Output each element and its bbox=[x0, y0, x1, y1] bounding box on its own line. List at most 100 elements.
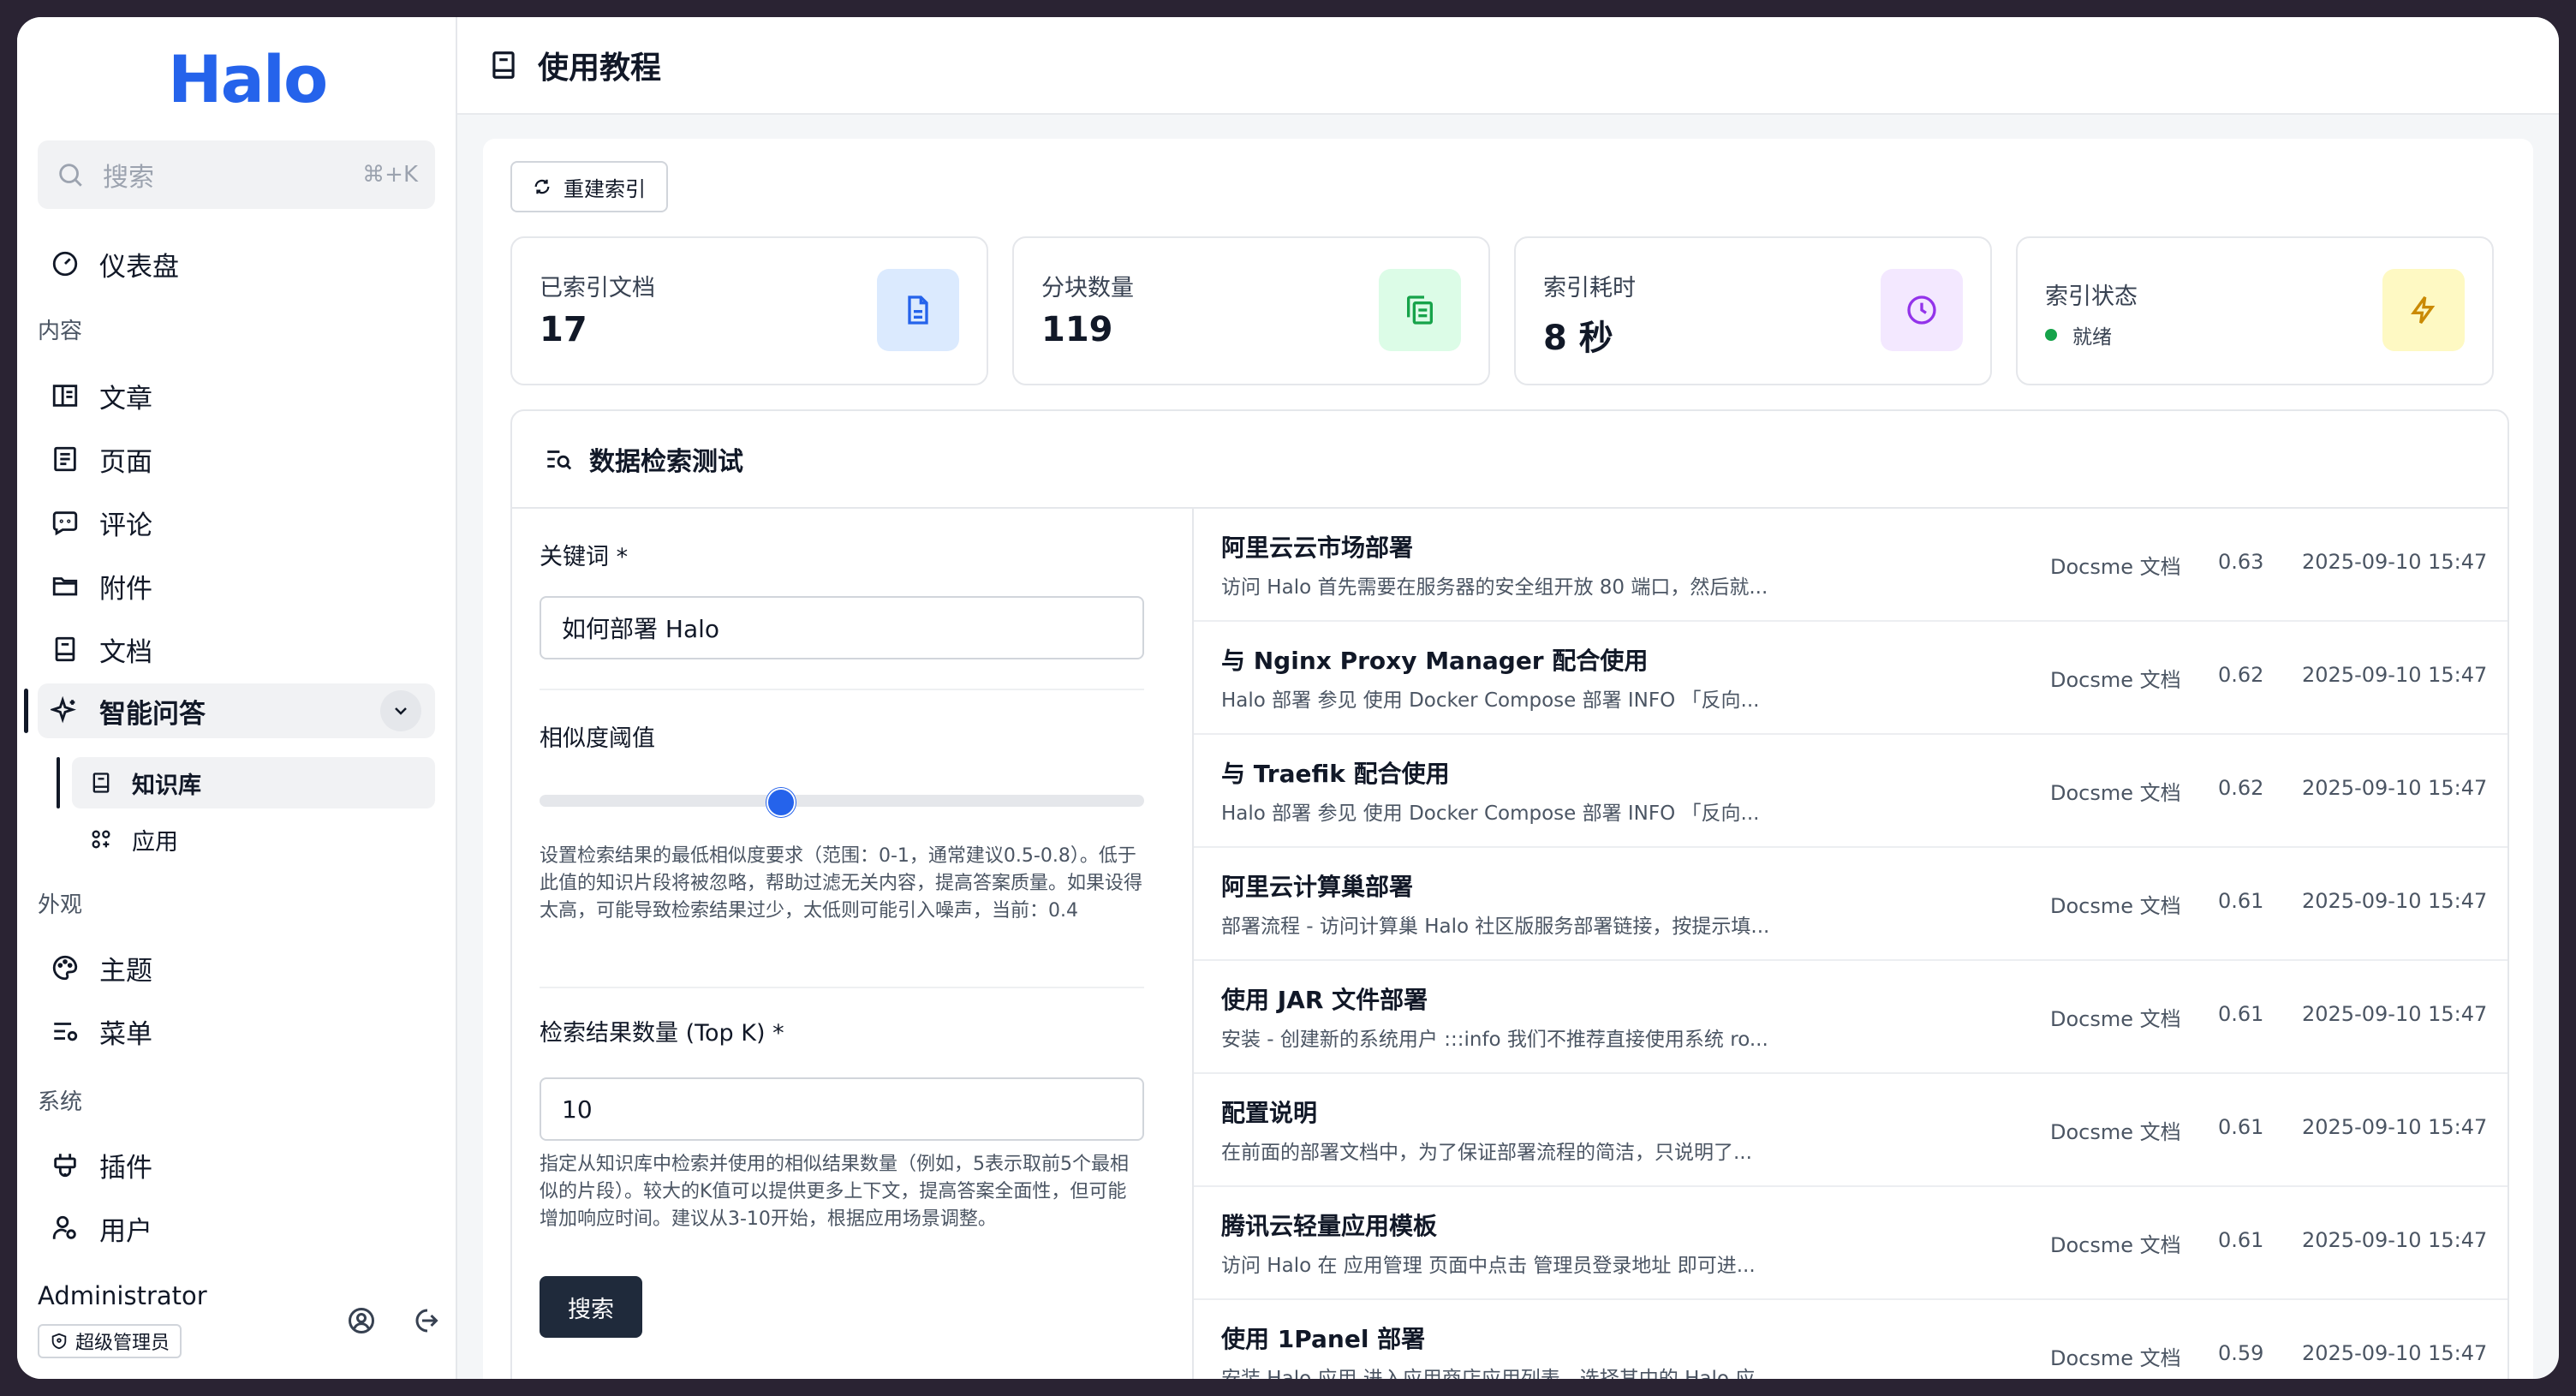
sidebar-item-ai-qa[interactable]: 智能问答 bbox=[38, 683, 435, 738]
result-title: 阿里云计算巢部署 bbox=[1221, 873, 1414, 901]
sidebar-item-comments[interactable]: 评论 bbox=[38, 495, 435, 550]
result-source: Docsme 文档 bbox=[2050, 555, 2181, 579]
threshold-label: 相似度阈值 bbox=[540, 725, 655, 752]
panel-title: 数据检索测试 bbox=[589, 447, 743, 477]
search-form: 关键词 * 如何部署 Halo 相似度阈值 设置检索结果的最低相似度要求（范围：… bbox=[512, 509, 1194, 1379]
logout-button[interactable] bbox=[406, 1302, 444, 1339]
search-input[interactable]: 搜索 ⌘+K bbox=[38, 140, 435, 209]
result-source: Docsme 文档 bbox=[2050, 668, 2181, 692]
stat-label: 已索引文档 bbox=[540, 275, 655, 301]
sidebar: Halo 搜索 ⌘+K 仪表盘 内容 文章 页面 评论 附件 文档 智能问答 知… bbox=[17, 17, 457, 1379]
page-header: 使用教程 bbox=[457, 17, 2559, 115]
result-title: 使用 JAR 文件部署 bbox=[1221, 986, 1428, 1014]
result-date: 2025-09-10 15:47 bbox=[2302, 889, 2488, 913]
sidebar-item-posts[interactable]: 文章 bbox=[38, 368, 435, 423]
result-row[interactable]: 与 Nginx Proxy Manager 配合使用 Halo 部署 参见 使用… bbox=[1194, 622, 2507, 735]
section-content: 内容 bbox=[38, 319, 83, 344]
result-score: 0.63 bbox=[2218, 550, 2264, 574]
result-date: 2025-09-10 15:47 bbox=[2302, 1002, 2488, 1026]
stat-card-chunks: 分块数量 119 bbox=[1012, 236, 1490, 385]
role-badge: 超级管理员 bbox=[38, 1324, 182, 1358]
stat-card-indexed-docs: 已索引文档 17 bbox=[510, 236, 988, 385]
sidebar-item-label: 插件 bbox=[99, 1152, 152, 1184]
status-text: 就绪 bbox=[2072, 326, 2112, 349]
result-title: 与 Traefik 配合使用 bbox=[1221, 760, 1450, 788]
sidebar-item-apps[interactable]: 应用 bbox=[72, 814, 435, 865]
user-settings-icon bbox=[46, 1209, 84, 1247]
section-system: 系统 bbox=[38, 1089, 83, 1115]
result-snippet: 安装 - 创建新的系统用户 :::info 我们不推荐直接使用系统 ro... bbox=[1221, 1029, 1768, 1051]
sidebar-item-attachments[interactable]: 附件 bbox=[38, 558, 435, 613]
profile-button[interactable] bbox=[343, 1302, 380, 1339]
role-label: 超级管理员 bbox=[75, 1333, 170, 1354]
keyword-value: 如何部署 Halo bbox=[562, 615, 720, 643]
result-row[interactable]: 使用 JAR 文件部署 安装 - 创建新的系统用户 :::info 我们不推荐直… bbox=[1194, 961, 2507, 1074]
result-title: 阿里云云市场部署 bbox=[1221, 534, 1414, 562]
section-appearance: 外观 bbox=[38, 892, 83, 918]
keyword-input[interactable]: 如何部署 Halo bbox=[540, 596, 1144, 659]
divider bbox=[540, 689, 1144, 690]
bolt-icon bbox=[2382, 269, 2465, 351]
result-snippet: Halo 部署 参见 使用 Docker Compose 部署 INFO 「反向… bbox=[1221, 689, 1760, 712]
result-row[interactable]: 腾讯云轻量应用模板 访问 Halo 在 应用管理 页面中点击 管理员登录地址 即… bbox=[1194, 1187, 2507, 1300]
search-button[interactable]: 搜索 bbox=[540, 1276, 642, 1338]
rebuild-index-label: 重建索引 bbox=[564, 176, 646, 201]
refresh-icon bbox=[533, 177, 552, 196]
sidebar-item-plugins[interactable]: 插件 bbox=[38, 1137, 435, 1192]
result-title: 使用 1Panel 部署 bbox=[1221, 1325, 1426, 1353]
result-row[interactable]: 阿里云云市场部署 访问 Halo 首先需要在服务器的安全组开放 80 端口，然后… bbox=[1194, 509, 2507, 622]
sidebar-item-label: 附件 bbox=[99, 573, 152, 605]
threshold-slider[interactable] bbox=[540, 795, 1144, 807]
sidebar-item-docs[interactable]: 文档 bbox=[38, 622, 435, 677]
result-score: 0.62 bbox=[2218, 663, 2264, 687]
stat-card-duration: 索引耗时 8 秒 bbox=[1514, 236, 1992, 385]
result-row[interactable]: 使用 1Panel 部署 安装 Halo 应用 进入应用商店应用列表，选择其中的… bbox=[1194, 1300, 2507, 1379]
result-score: 0.59 bbox=[2218, 1341, 2264, 1365]
page-icon bbox=[46, 440, 84, 478]
retrieval-test-panel: 数据检索测试 关键词 * 如何部署 Halo 相似度阈值 设置检索结果的最低相似… bbox=[510, 409, 2509, 1379]
result-row[interactable]: 与 Traefik 配合使用 Halo 部署 参见 使用 Docker Comp… bbox=[1194, 735, 2507, 848]
status-indicator: 就绪 bbox=[2045, 320, 2112, 349]
user-name: Administrator bbox=[38, 1281, 207, 1310]
result-date: 2025-09-10 15:47 bbox=[2302, 1115, 2488, 1139]
book-icon bbox=[86, 767, 116, 798]
result-row[interactable]: 配置说明 在前面的部署文档中，为了保证部署流程的简洁，只说明了... Docsm… bbox=[1194, 1074, 2507, 1187]
sidebar-item-dashboard[interactable]: 仪表盘 bbox=[38, 236, 435, 291]
result-date: 2025-09-10 15:47 bbox=[2302, 1341, 2488, 1365]
sidebar-item-menus[interactable]: 菜单 bbox=[38, 1004, 435, 1059]
topk-input[interactable]: 10 bbox=[540, 1077, 1144, 1141]
comment-icon bbox=[46, 504, 84, 541]
result-source: Docsme 文档 bbox=[2050, 781, 2181, 805]
sidebar-item-label: 用户 bbox=[99, 1215, 152, 1247]
stat-value: 8 秒 bbox=[1543, 319, 1613, 358]
sidebar-item-pages[interactable]: 页面 bbox=[38, 432, 435, 486]
sidebar-item-label: 应用 bbox=[132, 828, 178, 856]
clock-icon bbox=[1881, 269, 1963, 351]
stat-value: 119 bbox=[1041, 310, 1113, 349]
stat-value: 17 bbox=[540, 310, 587, 349]
list-search-icon bbox=[541, 442, 575, 476]
result-score: 0.61 bbox=[2218, 1002, 2264, 1026]
result-row[interactable]: 阿里云计算巢部署 部署流程 - 访问计算巢 Halo 社区版服务部署链接，按提示… bbox=[1194, 848, 2507, 961]
book-open-icon bbox=[46, 377, 84, 415]
result-snippet: 在前面的部署文档中，为了保证部署流程的简洁，只说明了... bbox=[1221, 1142, 1752, 1164]
rebuild-index-button[interactable]: 重建索引 bbox=[510, 161, 668, 212]
apps-icon bbox=[86, 824, 116, 855]
topk-help: 指定从知识库中检索并使用的相似结果数量（例如，5表示取前5个最相似的片段）。较大… bbox=[540, 1154, 1129, 1230]
sidebar-item-label: 仪表盘 bbox=[99, 251, 179, 283]
sidebar-item-knowledge-base[interactable]: 知识库 bbox=[72, 757, 435, 808]
result-date: 2025-09-10 15:47 bbox=[2302, 550, 2488, 574]
dashboard-icon bbox=[46, 245, 84, 283]
result-title: 与 Nginx Proxy Manager 配合使用 bbox=[1221, 647, 1649, 675]
user-circle-icon bbox=[349, 1308, 374, 1333]
topk-label: 检索结果数量 (Top K) * bbox=[540, 1020, 784, 1047]
logout-icon bbox=[415, 1309, 438, 1333]
threshold-slider-handle[interactable] bbox=[766, 788, 796, 817]
result-score: 0.62 bbox=[2218, 776, 2264, 800]
sidebar-item-themes[interactable]: 主题 bbox=[38, 940, 435, 995]
chevron-down-icon[interactable] bbox=[380, 690, 421, 731]
status-dot bbox=[2045, 329, 2057, 341]
sidebar-item-users[interactable]: 用户 bbox=[38, 1201, 435, 1256]
result-title: 腾讯云轻量应用模板 bbox=[1221, 1212, 1438, 1240]
halo-logo[interactable]: Halo bbox=[168, 41, 328, 117]
